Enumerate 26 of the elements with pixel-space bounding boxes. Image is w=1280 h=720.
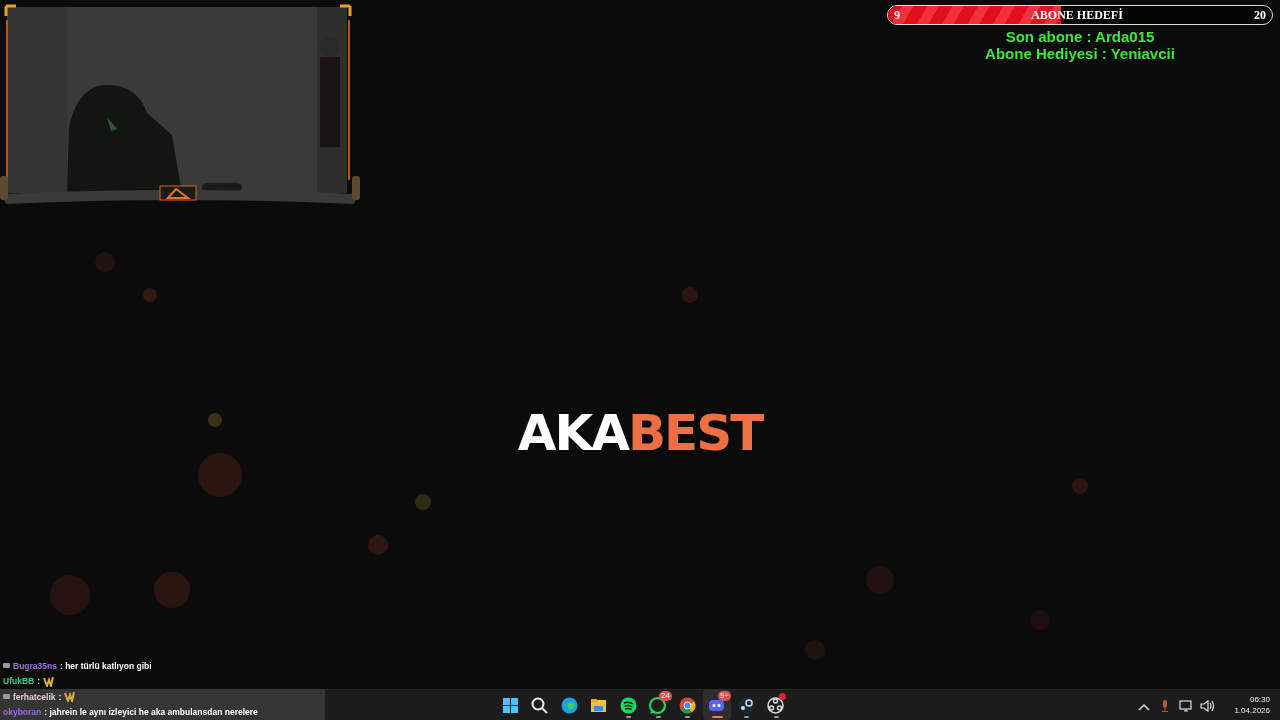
- chat-message-text: :: [37, 676, 40, 687]
- chat-username: ferhatcelik: [13, 691, 56, 702]
- chat-username: Bugra35ns: [13, 660, 57, 671]
- chat-username: okyboran: [3, 707, 42, 718]
- clock-date[interactable]: 1.04.2026: [1234, 705, 1270, 716]
- chat-message-text: :: [58, 691, 62, 702]
- notification-badge: 9+: [717, 691, 731, 701]
- chat-username: UfukBB: [3, 676, 35, 687]
- volume-icon[interactable]: [1199, 697, 1216, 713]
- logo-text: BEST: [627, 407, 763, 458]
- chat-message-text: : jahrein le aynı izleyici he aka ambulansdan nerelere: [44, 707, 258, 718]
- taskbar-app-button[interactable]: 24: [643, 690, 672, 720]
- monitor-icon[interactable]: [1178, 697, 1195, 713]
- logo-text: AKA: [517, 407, 628, 458]
- goal-target-count: 20: [1254, 7, 1266, 23]
- clock-time[interactable]: 06:30: [1249, 694, 1270, 705]
- recent-subscriber-text: Abone Hediyesi : Yeniavcii: [985, 45, 1175, 62]
- notification-badge: 24: [659, 691, 672, 701]
- record-icon: [765, 694, 787, 716]
- taskbar-app-button[interactable]: 9+: [702, 690, 731, 720]
- chat-message-text: : her türlü katlıyon gibi: [59, 660, 152, 671]
- goal-start-count: 9: [894, 7, 900, 23]
- recent-subscriber-text: Son abone : Arda015: [1005, 28, 1155, 45]
- emote-icon: [64, 691, 76, 703]
- chat-bubble-icon: [647, 694, 669, 716]
- emote-icon: [43, 675, 54, 687]
